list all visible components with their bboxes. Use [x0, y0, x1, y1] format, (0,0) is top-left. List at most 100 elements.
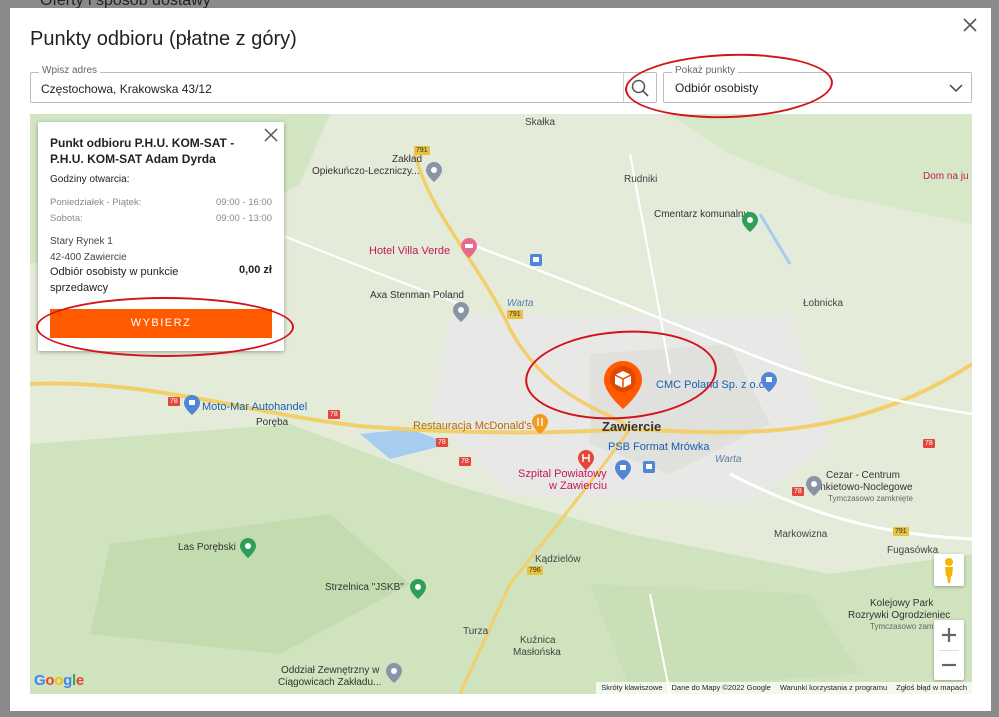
points-select-value: Odbiór osobisty [675, 81, 759, 95]
road-badge: 791 [414, 146, 430, 155]
points-type-select[interactable]: Pokaż punkty Odbiór osobisty [663, 65, 972, 103]
place-label: Poręba [256, 417, 289, 428]
opening-hours-heading: Godziny otwarcia: [50, 174, 130, 185]
place-label: Masłońska [513, 647, 561, 658]
google-logo-letter: e [75, 672, 84, 689]
river-label: Warta [507, 298, 534, 309]
terms-link[interactable]: Warunki korzystania z programu [780, 683, 887, 693]
search-icon [631, 79, 649, 97]
place-label: Bankietowo-Noclegowe [808, 482, 913, 493]
place-label: Kolejowy Park [870, 598, 934, 609]
place-label: Strzelnica "JSKB" [325, 582, 404, 593]
road-badge: 78 [168, 397, 180, 406]
place-label: w Zawierciu [549, 480, 608, 492]
bus-stop-icon[interactable] [530, 254, 542, 266]
cemetery-pin-icon[interactable] [742, 212, 758, 232]
shop-pin-icon[interactable] [761, 372, 777, 392]
pickup-street: Stary Rynek 1 [50, 236, 113, 247]
place-label: Ciągowicach Zakładu... [278, 677, 382, 688]
hours-row: Poniedziałek - Piątek: 09:00 - 16:00 [50, 197, 272, 208]
report-error-link[interactable]: Zgłoś błąd w mapach [896, 683, 967, 693]
google-logo-letter: o [45, 672, 55, 689]
place-label: Las Porębski [178, 542, 236, 553]
choose-button[interactable]: WYBIERZ [50, 309, 272, 338]
road-badge: 791 [507, 310, 523, 319]
road-badge: 796 [527, 566, 543, 575]
place-label: Zakład [392, 154, 423, 165]
place-label: Restauracja McDonald's [413, 420, 532, 432]
hospital-pin-icon[interactable] [578, 450, 594, 470]
place-pin-icon[interactable] [453, 302, 469, 322]
map-data-credit: Dane do Mapy ©2022 Google [671, 683, 771, 692]
road-badge: 78 [792, 487, 804, 496]
road-badge: 78 [436, 438, 448, 447]
hours-row: Sobota: 09:00 - 13:00 [50, 213, 272, 224]
delivery-type: Odbiór osobisty w punkcie sprzedawcy [50, 266, 179, 294]
place-label: Opiekuńczo-Leczniczy... [312, 166, 420, 177]
city-label: Zawiercie [602, 419, 662, 434]
place-label: Hotel Villa Verde [369, 245, 451, 257]
keyboard-shortcuts-link[interactable]: Skróty klawiszowe [601, 683, 662, 693]
pegman-icon [945, 558, 953, 583]
river-label: Warta [715, 454, 742, 465]
points-select-label: Pokaż punkty [672, 65, 739, 76]
google-logo-letter: G [34, 672, 46, 689]
hours-day: Sobota: [50, 213, 83, 224]
map-attribution: Skróty klawiszowe Dane do Mapy ©2022 Goo… [596, 682, 972, 694]
place-label: Cmentarz komunalny [654, 209, 749, 220]
hotel-pin-icon[interactable] [461, 238, 477, 258]
park-pin-icon[interactable] [240, 538, 256, 558]
pickup-point-info-window: Punkt odbioru P.H.U. KOM-SAT - P.H.U. KO… [38, 122, 284, 351]
street-view-pegman[interactable] [934, 554, 964, 586]
place-label: Kuźnica [520, 635, 556, 646]
zoom-in-button[interactable] [934, 620, 964, 650]
road-badge: 78 [923, 439, 935, 448]
pickup-point-marker[interactable] [604, 361, 642, 409]
pickup-points-modal: Punkty odbioru (płatne z góry) Wpisz adr… [10, 8, 991, 711]
restaurant-pin-icon[interactable] [532, 414, 548, 434]
street-label: Łobnicka [803, 298, 844, 309]
zoom-out-button[interactable] [934, 650, 964, 680]
place-label: Moto-Mar Autohandel [202, 401, 308, 413]
search-button[interactable] [623, 73, 656, 102]
place-label: PSB Format Mrówka [608, 441, 710, 453]
place-label: Tymczasowo zamknięte [828, 494, 913, 503]
close-icon[interactable] [959, 14, 981, 36]
pickup-point-title: Punkt odbioru P.H.U. KOM-SAT - P.H.U. KO… [50, 136, 235, 166]
place-label: Dom na ju [923, 171, 969, 182]
place-label: Cezar - Centrum [826, 470, 900, 481]
road-badge: 791 [893, 527, 909, 536]
place-pin-icon[interactable] [410, 579, 426, 599]
road-badge: 78 [328, 410, 340, 419]
place-pin-icon[interactable] [806, 476, 822, 496]
place-label: Fugasówka [887, 545, 939, 556]
pickup-city: 42-400 Zawiercie [50, 252, 127, 263]
shop-pin-icon[interactable] [184, 395, 200, 415]
bus-stop-icon[interactable] [643, 461, 655, 473]
hours-time: 09:00 - 16:00 [216, 197, 272, 208]
place-pin-icon[interactable] [386, 663, 402, 683]
zoom-controls [934, 620, 964, 680]
delivery-price: 0,00 zł [238, 264, 272, 276]
shop-pin-icon[interactable] [615, 460, 631, 480]
place-label: Axa Stenman Poland [370, 290, 464, 301]
place-label: Rudniki [624, 174, 658, 185]
place-label: Kądzielów [535, 554, 581, 565]
close-icon[interactable] [264, 128, 278, 142]
map-view[interactable]: Skałka Zakład Opiekuńczo-Leczniczy... Ru… [30, 114, 972, 694]
road-badge: 78 [459, 457, 471, 466]
place-pin-icon[interactable] [426, 162, 442, 182]
place-label: Oddział Zewnętrzny w [281, 665, 380, 676]
google-logo-letter: o [54, 672, 64, 689]
place-label: CMC Poland Sp. z o.o [656, 379, 765, 391]
address-field: Wpisz adres [30, 65, 657, 104]
place-label: Skałka [525, 117, 556, 128]
place-label: Turza [463, 626, 489, 637]
hours-day: Poniedziałek - Piątek: [50, 197, 142, 208]
chevron-down-icon [949, 84, 963, 93]
modal-title: Punkty odbioru (płatne z góry) [30, 28, 297, 50]
hours-time: 09:00 - 13:00 [216, 213, 272, 224]
address-input[interactable] [39, 73, 623, 104]
place-label: Markowizna [774, 529, 828, 540]
google-logo[interactable]: Google [34, 672, 84, 689]
